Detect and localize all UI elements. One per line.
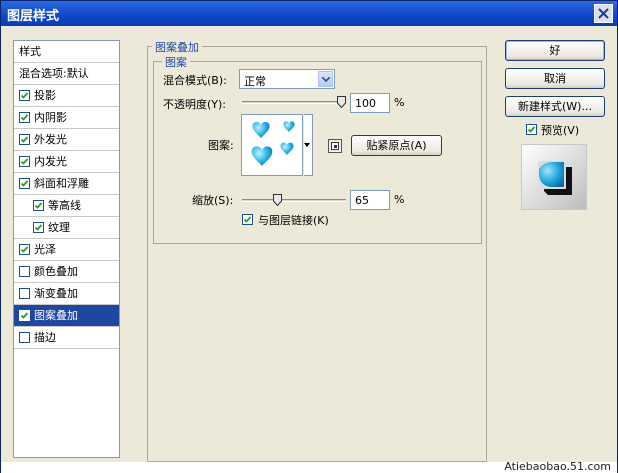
style-item-label: 图案叠加 — [34, 309, 78, 322]
new-preset-icon — [331, 142, 339, 150]
title-bar: 图层样式 — [1, 1, 617, 26]
style-item-label: 渐变叠加 — [34, 287, 78, 300]
style-item[interactable]: 等高线 — [14, 195, 119, 217]
style-checkbox[interactable] — [19, 90, 30, 101]
style-preview — [521, 144, 587, 210]
blend-mode-select[interactable]: 正常 — [239, 69, 335, 89]
blend-mode-label: 混合模式(B): — [163, 74, 227, 87]
pattern-label: 图案: — [208, 139, 234, 152]
opacity-slider[interactable] — [242, 96, 346, 109]
style-item[interactable]: 混合选项:默认 — [14, 63, 119, 85]
scale-percent-sign: % — [394, 193, 405, 206]
opacity-percent-sign: % — [394, 96, 405, 109]
watermark: Atiebaobao.51.com — [504, 460, 611, 473]
scale-value: 65 — [355, 194, 369, 207]
preview-label: 预览(V) — [541, 124, 580, 137]
opacity-slider-track — [242, 101, 346, 104]
scale-input[interactable]: 65 — [350, 190, 390, 210]
style-item-label: 投影 — [34, 89, 56, 102]
link-with-layer-checkbox[interactable] — [242, 214, 253, 225]
snap-to-origin-button[interactable]: 贴紧原点(A) — [351, 135, 442, 156]
style-item-label: 等高线 — [48, 199, 81, 212]
style-item-label: 外发光 — [34, 133, 67, 146]
style-checkbox[interactable] — [19, 332, 30, 343]
checkmark-icon — [34, 224, 43, 231]
pattern-swatch[interactable] — [241, 114, 303, 176]
close-icon — [598, 8, 609, 19]
checkmark-icon — [20, 158, 29, 165]
link-with-layer-label: 与图层链接(K) — [258, 214, 329, 227]
style-item[interactable]: 投影 — [14, 85, 119, 107]
style-item-label: 混合选项:默认 — [19, 67, 89, 80]
close-button[interactable] — [594, 4, 613, 23]
style-checkbox[interactable] — [19, 310, 30, 321]
opacity-value: 100 — [355, 97, 376, 110]
pattern-overlay-group: 图案叠加 图案 混合模式(B): 正常 不透明度(Y): 100 % 图案: 贴… — [147, 39, 487, 462]
style-item[interactable]: 内发光 — [14, 151, 119, 173]
preview-checkbox[interactable] — [526, 124, 537, 135]
style-item-label: 斜面和浮雕 — [34, 177, 89, 190]
style-checkbox[interactable] — [19, 156, 30, 167]
chevron-down-icon[interactable] — [318, 71, 333, 87]
layer-style-dialog: 图层样式 样式混合选项:默认投影内阴影外发光内发光斜面和浮雕等高线纹理光泽颜色叠… — [0, 0, 618, 473]
slider-thumb-icon[interactable] — [273, 194, 282, 206]
pattern-picker-arrow[interactable] — [304, 114, 313, 176]
checkmark-icon — [527, 126, 536, 133]
style-item[interactable]: 外发光 — [14, 129, 119, 151]
dialog-client: 样式混合选项:默认投影内阴影外发光内发光斜面和浮雕等高线纹理光泽颜色叠加渐变叠加… — [1, 26, 617, 462]
style-item-label: 光泽 — [34, 243, 56, 256]
style-checkbox[interactable] — [19, 112, 30, 123]
ok-button[interactable]: 好 — [505, 40, 605, 61]
opacity-label: 不透明度(Y): — [163, 98, 227, 111]
styles-list: 样式混合选项:默认投影内阴影外发光内发光斜面和浮雕等高线纹理光泽颜色叠加渐变叠加… — [13, 40, 120, 458]
style-checkbox[interactable] — [19, 266, 30, 277]
window-title: 图层样式 — [7, 9, 60, 24]
style-checkbox[interactable] — [19, 134, 30, 145]
pattern-section: 图案 混合模式(B): 正常 不透明度(Y): 100 % 图案: 贴紧原点(A… — [153, 54, 482, 244]
style-item-label: 描边 — [34, 331, 56, 344]
checkmark-icon — [20, 312, 29, 319]
style-item-label: 颜色叠加 — [34, 265, 78, 278]
checkmark-icon — [20, 136, 29, 143]
checkmark-icon — [20, 246, 29, 253]
slider-thumb-icon[interactable] — [337, 96, 346, 108]
style-item[interactable]: 图案叠加 — [14, 305, 119, 327]
style-item[interactable]: 描边 — [14, 327, 119, 349]
checkmark-icon — [20, 92, 29, 99]
preview-thumbnail — [522, 145, 586, 209]
style-checkbox[interactable] — [19, 244, 30, 255]
style-item-label: 内发光 — [34, 155, 67, 168]
style-item-label: 纹理 — [48, 221, 70, 234]
scale-slider[interactable] — [242, 194, 346, 207]
footer-bar: Atiebaobao.51.com — [1, 460, 617, 473]
triangle-down-icon — [304, 143, 310, 147]
style-checkbox[interactable] — [19, 178, 30, 189]
style-item[interactable]: 渐变叠加 — [14, 283, 119, 305]
new-style-button[interactable]: 新建样式(W)... — [505, 96, 605, 117]
style-checkbox[interactable] — [19, 288, 30, 299]
style-item-label: 内阴影 — [34, 111, 67, 124]
style-checkbox[interactable] — [33, 222, 44, 233]
new-preset-button[interactable] — [328, 139, 342, 153]
checkmark-icon — [243, 216, 252, 223]
scale-label: 缩放(S): — [192, 194, 234, 207]
opacity-input[interactable]: 100 — [350, 93, 390, 113]
style-item[interactable]: 光泽 — [14, 239, 119, 261]
pattern-section-title: 图案 — [162, 54, 190, 70]
style-item[interactable]: 纹理 — [14, 217, 119, 239]
checkmark-icon — [20, 180, 29, 187]
blend-mode-value: 正常 — [244, 75, 266, 88]
pattern-overlay-title: 图案叠加 — [152, 39, 202, 55]
style-item[interactable]: 斜面和浮雕 — [14, 173, 119, 195]
scale-slider-track — [242, 199, 346, 202]
blue-hearts-pattern-icon — [251, 121, 295, 167]
cancel-button[interactable]: 取消 — [505, 68, 605, 89]
checkmark-icon — [20, 114, 29, 121]
checkmark-icon — [34, 202, 43, 209]
style-item[interactable]: 颜色叠加 — [14, 261, 119, 283]
style-checkbox[interactable] — [33, 200, 44, 211]
style-item[interactable]: 样式 — [14, 41, 119, 63]
style-item[interactable]: 内阴影 — [14, 107, 119, 129]
style-item-label: 样式 — [19, 45, 41, 58]
